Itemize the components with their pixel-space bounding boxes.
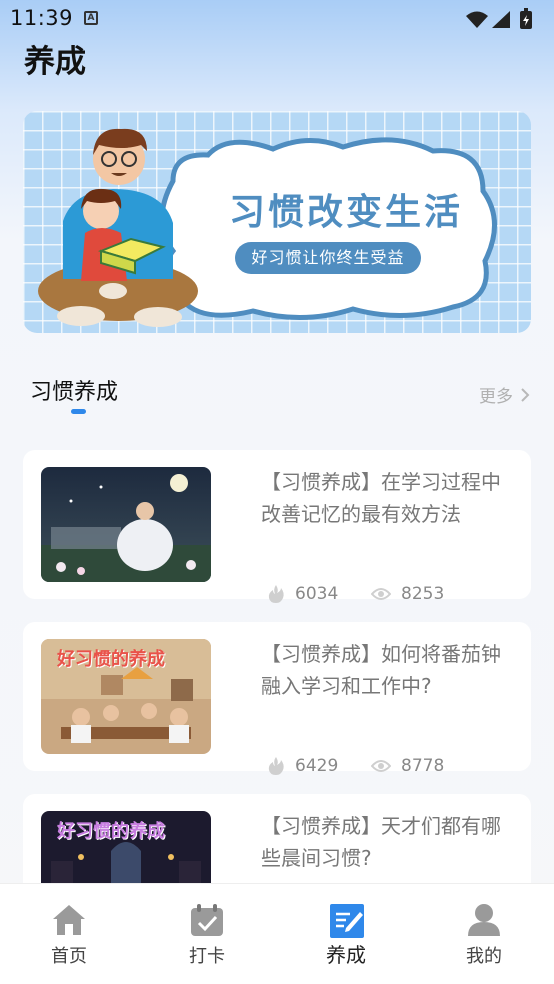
thumbnail-caption: 好习惯的养成 (57, 649, 165, 670)
notification-icon: A (84, 11, 98, 25)
views-count: 8253 (401, 584, 445, 604)
tab-label: 打卡 (189, 946, 225, 967)
tab-label: 首页 (51, 946, 87, 967)
views-stat: 8778 (371, 756, 444, 776)
tab-home[interactable]: 首页 (19, 884, 119, 984)
more-label: 更多 (479, 387, 513, 407)
system-status-icons (466, 8, 532, 29)
article-thumbnail (41, 467, 211, 582)
home-icon (53, 905, 85, 935)
chevron-right-icon (521, 387, 530, 402)
tab-develop[interactable]: 养成 (296, 884, 396, 984)
section-indicator (71, 409, 86, 414)
status-bar: 11:39 A (0, 0, 554, 36)
tab-profile[interactable]: 我的 (434, 884, 534, 984)
article-card[interactable]: 【习惯养成】在学习过程中改善记忆的最有效方法 6034 8253 (23, 450, 531, 604)
likes-count: 6429 (295, 756, 339, 776)
likes-stat: 6429 (267, 756, 338, 776)
banner-headline: 习惯改变生活 (228, 192, 463, 233)
user-icon (468, 904, 500, 936)
tab-label: 养成 (326, 943, 366, 967)
signal-icon (492, 11, 510, 28)
likes-count: 6034 (295, 584, 339, 604)
views-count: 8778 (401, 756, 445, 776)
status-time: 11:39 (10, 6, 74, 30)
page-title: 养成 (24, 44, 86, 80)
article-thumbnail: 好习惯的养成 (41, 639, 211, 754)
tab-checkin[interactable]: 打卡 (157, 884, 257, 984)
eye-icon (371, 588, 391, 600)
calendar-check-icon (191, 904, 223, 936)
article-card[interactable]: 好习惯的养成 【习惯养成】如何将番茄钟融入学习和工作中? 6429 8778 (23, 622, 531, 776)
eye-icon (371, 760, 391, 772)
more-link[interactable]: 更多 (479, 382, 530, 407)
flame-icon (268, 585, 284, 603)
flame-icon (268, 757, 284, 775)
banner-subline: 好习惯让你终生受益 (235, 242, 421, 274)
article-title: 【习惯养成】在学习过程中改善记忆的最有效方法 (261, 470, 501, 526)
notebook-icon (330, 904, 364, 938)
article-title: 【习惯养成】天才们都有哪些晨间习惯? (261, 814, 501, 870)
article-title: 【习惯养成】如何将番茄钟融入学习和工作中? (261, 642, 501, 698)
bottom-tab-bar: 首页 打卡 养成 我的 (0, 883, 554, 984)
thumbnail-caption: 好习惯的养成 (57, 821, 165, 842)
tab-label: 我的 (466, 946, 502, 967)
section-title: 习惯养成 (30, 380, 119, 405)
wifi-icon (466, 11, 488, 28)
banner[interactable]: 习惯改变生活 好习惯让你终生受益 (23, 111, 531, 333)
views-stat: 8253 (371, 584, 444, 604)
likes-stat: 6034 (267, 584, 338, 604)
